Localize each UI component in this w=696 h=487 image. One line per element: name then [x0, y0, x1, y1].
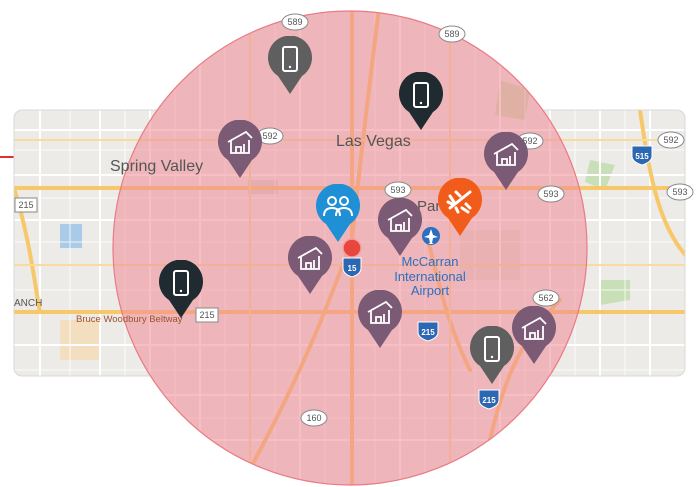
mobile-pin[interactable]	[468, 326, 516, 386]
airport-pin[interactable]	[436, 178, 484, 238]
mobile-pin[interactable]	[397, 72, 445, 132]
svg-text:160: 160	[306, 413, 321, 423]
route-shield-589: 589	[281, 13, 309, 31]
interstate-shield-215: 215	[478, 389, 500, 410]
property-pin[interactable]	[356, 290, 404, 350]
place-label-airport-2: International	[394, 269, 466, 284]
property-pin[interactable]	[482, 132, 530, 192]
svg-text:593: 593	[672, 187, 687, 197]
route-shield-593: 593	[384, 181, 412, 199]
interstate-shield-15: 15	[342, 257, 362, 278]
svg-text:215: 215	[421, 328, 435, 337]
svg-text:593: 593	[390, 185, 405, 195]
svg-text:15: 15	[348, 264, 357, 273]
svg-text:215: 215	[482, 396, 496, 405]
people-pin[interactable]	[314, 184, 362, 244]
route-shield-215: 215	[14, 197, 38, 213]
route-shield-160: 160	[300, 409, 328, 427]
route-shield-589: 589	[438, 25, 466, 43]
svg-text:593: 593	[543, 189, 558, 199]
property-pin[interactable]	[216, 120, 264, 180]
route-shield-592: 592	[657, 131, 685, 149]
place-label-spring-valley: Spring Valley	[110, 158, 203, 175]
route-shield-593: 593	[537, 185, 565, 203]
place-label-ranch: ANCH	[14, 298, 42, 309]
place-label-airport-3: Airport	[411, 283, 450, 298]
svg-text:589: 589	[444, 29, 459, 39]
route-shield-562: 562	[532, 289, 560, 307]
svg-text:562: 562	[538, 293, 553, 303]
svg-text:589: 589	[287, 17, 302, 27]
svg-text:215: 215	[18, 200, 33, 210]
property-pin[interactable]	[376, 198, 424, 258]
svg-text:592: 592	[663, 135, 678, 145]
property-pin[interactable]	[510, 306, 558, 366]
mobile-pin[interactable]	[157, 260, 205, 320]
place-label-las-vegas: Las Vegas	[336, 133, 411, 150]
svg-text:592: 592	[262, 131, 277, 141]
interstate-shield-515: 515	[631, 145, 653, 166]
mobile-pin[interactable]	[266, 36, 314, 96]
property-pin[interactable]	[286, 236, 334, 296]
route-shield-593: 593	[666, 183, 694, 201]
interstate-shield-215: 215	[417, 321, 439, 342]
svg-text:515: 515	[635, 152, 649, 161]
